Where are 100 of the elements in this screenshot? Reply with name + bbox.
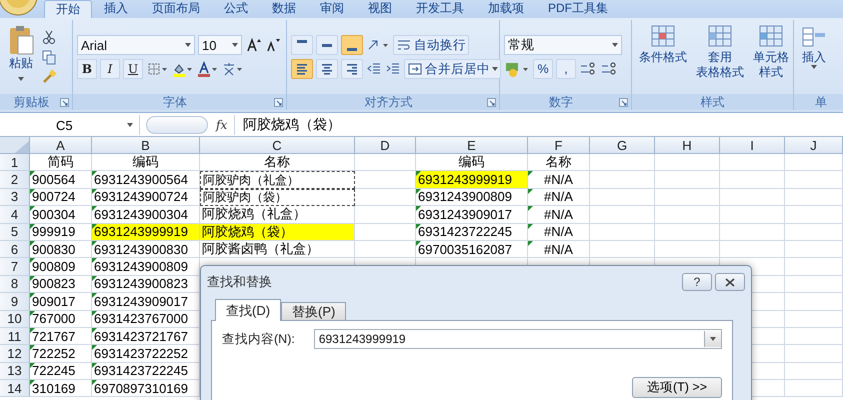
ribbon-tab[interactable]: 加载项 <box>476 0 536 18</box>
ribbon-tab[interactable]: PDF工具集 <box>536 0 620 18</box>
column-header[interactable]: B <box>92 137 200 154</box>
dialog-launcher-icon[interactable] <box>60 98 69 106</box>
row-number[interactable]: 4 <box>0 206 30 224</box>
copy-icon[interactable] <box>41 49 57 65</box>
format-key[interactable]: I <box>100 59 120 79</box>
table-cell: 阿胶酱卤鸭（礼盒） <box>200 240 355 258</box>
ribbon-tab[interactable]: 数据 <box>260 0 308 18</box>
row-number[interactable]: 6 <box>0 240 30 258</box>
scissors-icon[interactable] <box>41 29 57 45</box>
row-number[interactable]: 9 <box>0 293 30 311</box>
row-number[interactable]: 5 <box>0 224 30 241</box>
row-number[interactable]: 1 <box>0 154 30 172</box>
formula-field[interactable]: 阿胶烧鸡（袋） <box>234 115 843 135</box>
insert-function-button[interactable]: fx <box>216 118 234 132</box>
comma-button[interactable]: , <box>556 59 576 79</box>
group-label: 数字 <box>548 94 574 110</box>
column-header[interactable]: F <box>528 137 590 154</box>
increase-decimal-icon[interactable] <box>579 61 597 77</box>
empty-cell <box>785 154 843 172</box>
font-name-field[interactable]: Arial <box>77 35 195 55</box>
dialog-tab[interactable]: 查找(D) <box>215 299 282 321</box>
row-number[interactable]: 7 <box>0 258 30 276</box>
find-input-field[interactable]: 6931243999919 <box>314 329 722 349</box>
row-number[interactable]: 10 <box>0 310 30 328</box>
row-number[interactable]: 14 <box>0 380 30 398</box>
ribbon-tab[interactable]: 视图 <box>356 0 404 18</box>
column-header[interactable]: H <box>655 137 720 154</box>
close-button[interactable] <box>715 273 745 291</box>
row-number[interactable]: 3 <box>0 188 30 206</box>
caret-icon <box>612 43 618 47</box>
group-label: 样式 <box>700 94 726 110</box>
caret-icon <box>18 77 24 81</box>
row-number[interactable]: 8 <box>0 276 30 294</box>
column-header[interactable]: I <box>720 137 785 154</box>
format-key[interactable]: B <box>77 59 97 79</box>
column-header[interactable]: G <box>590 137 655 154</box>
table-cell: #N/A <box>528 188 590 206</box>
name-box[interactable]: C5 <box>0 115 140 135</box>
column-header[interactable]: D <box>355 137 416 154</box>
decrease-decimal-icon[interactable] <box>600 61 618 77</box>
empty-cell <box>720 206 785 224</box>
phonetic-guide-icon[interactable] <box>221 61 243 77</box>
empty-cell <box>720 171 785 189</box>
table-cell: 6931243900564 <box>92 171 200 189</box>
merge-center-button[interactable]: 合并后居中 <box>404 59 501 79</box>
ribbon-tab[interactable]: 公式 <box>212 0 260 18</box>
format-key[interactable]: U <box>123 59 143 79</box>
empty-cell <box>655 206 720 224</box>
caret-icon <box>185 43 191 47</box>
column-header[interactable]: C <box>200 137 355 154</box>
percent-button[interactable]: % <box>533 59 553 79</box>
row-number[interactable]: 2 <box>0 171 30 189</box>
group-label: 对齐方式 <box>364 94 414 110</box>
ribbon-tab[interactable]: 开始 <box>44 0 92 18</box>
paste-button[interactable]: 粘贴 <box>4 22 38 92</box>
empty-cell <box>590 171 655 189</box>
dialog-launcher-icon[interactable] <box>619 98 628 106</box>
ribbon-tab[interactable]: 插入 <box>92 0 140 18</box>
table-cell: 900823 <box>30 276 92 294</box>
merge-cells-icon[interactable] <box>407 61 423 77</box>
options-button[interactable]: 选项(T) >> <box>632 377 722 398</box>
table-cell: 6931243909017 <box>416 206 528 224</box>
table-cell: 6931243999919 <box>92 224 200 241</box>
style-button[interactable]: 条件格式 <box>636 22 690 92</box>
border-icon[interactable] <box>146 61 168 77</box>
ribbon-tab[interactable]: 审阅 <box>308 0 356 18</box>
table-cell: 900304 <box>30 206 92 224</box>
table-cell: 900809 <box>30 258 92 276</box>
empty-cell <box>785 224 843 241</box>
help-button[interactable]: ? <box>682 273 712 291</box>
style-button[interactable]: 套用 表格格式 <box>693 22 747 92</box>
table-cell: 阿胶驴肉（袋） <box>200 188 355 206</box>
wrap-text-button[interactable]: 自动换行 <box>393 35 469 55</box>
empty-cell <box>655 188 720 206</box>
column-header[interactable]: E <box>416 137 528 154</box>
group-label: 剪贴板 <box>12 94 50 110</box>
table-cell: 722245 <box>30 362 92 380</box>
row-number[interactable]: 12 <box>0 345 30 363</box>
column-header[interactable]: J <box>785 137 843 154</box>
font-size-field[interactable]: 10 <box>198 35 242 55</box>
formula-bar-handle[interactable] <box>146 116 208 134</box>
row-number[interactable]: 13 <box>0 362 30 380</box>
column-header[interactable]: A <box>30 137 92 154</box>
dialog-launcher-icon[interactable] <box>487 98 496 106</box>
ribbon-tab[interactable]: 页面布局 <box>140 0 212 18</box>
table-cell: 阿胶驴肉（礼盒） <box>200 171 355 189</box>
empty-cell <box>785 380 843 398</box>
grow-font-icon[interactable] <box>245 37 261 53</box>
ribbon-tab[interactable]: 开发工具 <box>404 0 476 18</box>
empty-cell <box>785 240 843 258</box>
empty-cell <box>785 258 843 276</box>
dialog-launcher-icon[interactable] <box>274 98 283 106</box>
dialog-tab[interactable]: 替换(P) <box>281 302 346 320</box>
font-color-icon[interactable] <box>196 61 218 77</box>
row-number[interactable]: 11 <box>0 328 30 346</box>
number-format-field[interactable]: 常规 <box>504 35 622 55</box>
insert-button[interactable]: 插入 <box>798 22 830 92</box>
style-button[interactable]: 单元格 样式 <box>750 22 792 92</box>
